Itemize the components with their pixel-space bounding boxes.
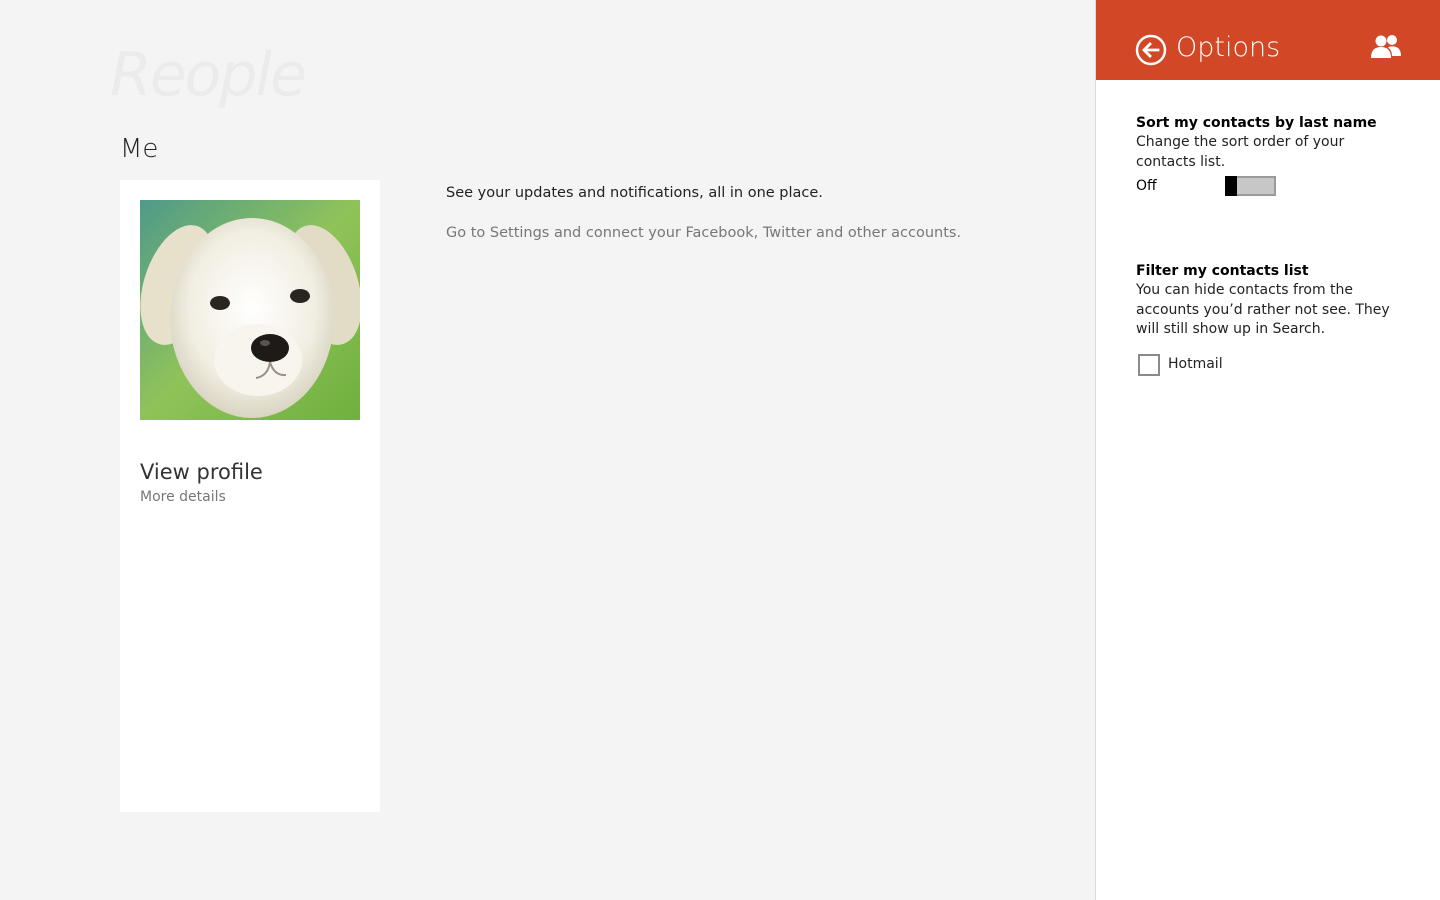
more-details-label: More details: [140, 489, 226, 505]
profile-photo[interactable]: [140, 200, 360, 420]
hotmail-checkbox[interactable]: [1138, 353, 1160, 376]
filter-setting-heading: Filter my contacts list: [1136, 263, 1309, 279]
people-icon: [1370, 34, 1402, 60]
options-flyout: Options Sort my contacts by last name Ch…: [1095, 0, 1440, 900]
app-faint-title: Reople: [110, 40, 307, 110]
back-arrow-circle-icon[interactable]: [1135, 34, 1167, 66]
section-title-me: Me: [120, 134, 159, 164]
view-profile-link[interactable]: View profile: [140, 460, 263, 484]
filter-setting: Filter my contacts list You can hide con…: [1136, 261, 1406, 378]
filter-setting-description: You can hide contacts from the accounts …: [1136, 282, 1390, 337]
me-card[interactable]: View profile More details: [120, 180, 380, 812]
hotmail-checkbox-label[interactable]: Hotmail: [1168, 356, 1223, 372]
sort-setting-description: Change the sort order of your contacts l…: [1136, 134, 1345, 170]
toggle-thumb[interactable]: [1225, 176, 1237, 196]
hotmail-account-row[interactable]: Hotmail: [1136, 353, 1406, 378]
sort-setting-heading: Sort my contacts by last name: [1136, 115, 1377, 131]
sort-toggle-row: Off: [1136, 176, 1406, 198]
people-app: Reople Me View profile More details See …: [0, 0, 1095, 900]
settings-hint-message: Go to Settings and connect your Facebook…: [446, 225, 962, 241]
flyout-title: Options: [1176, 32, 1281, 63]
flyout-header: Options: [1096, 0, 1440, 80]
sort-toggle-state: Off: [1136, 178, 1157, 194]
sort-setting: Sort my contacts by last name Change the…: [1136, 113, 1406, 198]
updates-message: See your updates and notifications, all …: [446, 185, 823, 201]
sort-by-last-name-toggle[interactable]: [1225, 176, 1276, 196]
